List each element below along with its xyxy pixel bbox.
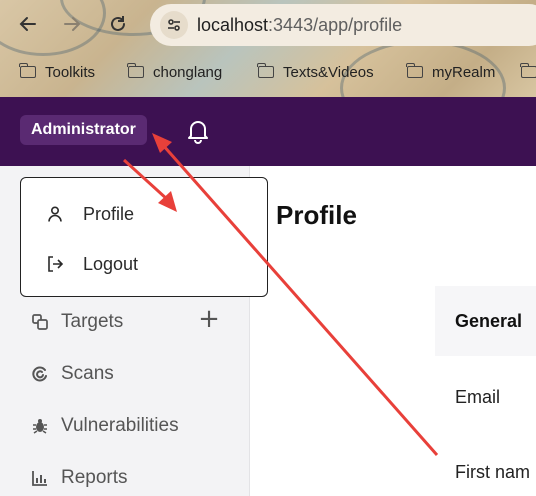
reload-icon: [111, 16, 125, 31]
browser-chrome: localhost:3443/app/profile Toolkits chon…: [0, 0, 536, 97]
bookmark-toolkits[interactable]: Toolkits: [19, 61, 96, 83]
targets-icon: [30, 312, 50, 332]
url-host: localhost: [197, 15, 269, 35]
sidebar-item-reports[interactable]: Reports: [30, 463, 128, 493]
sidebar-item-scans[interactable]: Scans: [30, 359, 114, 389]
site-info-button[interactable]: [160, 11, 188, 39]
field-label-email: Email: [455, 387, 501, 407]
field-label-first-name: First nam: [455, 462, 531, 482]
logout-icon: [45, 254, 65, 274]
address-bar[interactable]: localhost:3443/app/profile: [150, 4, 536, 46]
back-button[interactable]: [14, 10, 42, 38]
menu-item-label: Logout: [83, 253, 139, 274]
forward-button[interactable]: [58, 10, 86, 38]
user-menu-label: Administrator: [31, 121, 136, 138]
bookmark-texts-videos[interactable]: Texts&Videos: [257, 61, 374, 83]
add-target-button[interactable]: +: [196, 306, 222, 332]
bookmark-label: Toolkits: [45, 63, 96, 81]
forward-arrow-icon: [64, 17, 81, 31]
section-tab-general[interactable]: General: [435, 286, 536, 356]
reports-icon: [30, 468, 50, 488]
bookmark-chonglang[interactable]: chonglang: [127, 61, 223, 83]
menu-item-logout[interactable]: Logout: [45, 249, 138, 279]
url-port: :3443: [268, 15, 314, 35]
folder-icon: [520, 63, 536, 78]
bookmark-label: Texts&Videos: [283, 63, 374, 81]
bookmark-label: myRealm: [432, 63, 496, 81]
menu-item-label: Profile: [83, 203, 135, 224]
reload-button[interactable]: [104, 10, 132, 38]
folder-icon: [19, 63, 36, 78]
url-text[interactable]: localhost:3443/app/profile: [197, 15, 402, 36]
url-path: /app/profile: [313, 15, 403, 35]
sidebar-item-label: Reports: [61, 467, 128, 488]
sidebar-item-targets[interactable]: Targets: [30, 307, 123, 337]
menu-item-profile[interactable]: Profile: [45, 199, 134, 229]
bell-icon: [188, 121, 208, 144]
section-label: General: [455, 310, 523, 331]
user-icon: [45, 204, 65, 224]
page-title: Profile: [276, 200, 357, 230]
sidebar-item-label: Vulnerabilities: [61, 415, 179, 436]
notifications-button[interactable]: [184, 117, 212, 145]
app-header: Administrator: [0, 97, 536, 166]
tune-icon: [168, 19, 180, 31]
folder-icon: [127, 63, 144, 78]
bug-icon: [30, 416, 50, 436]
scans-icon: [30, 364, 50, 384]
user-dropdown-menu: Profile Logout: [20, 177, 268, 297]
sidebar-item-label: Targets: [61, 311, 124, 332]
folder-icon: [257, 63, 274, 78]
sidebar-item-vulnerabilities[interactable]: Vulnerabilities: [30, 411, 179, 441]
folder-icon: [406, 63, 423, 78]
bookmark-myrealm[interactable]: myRealm: [406, 61, 496, 83]
bookmark-overflow[interactable]: [520, 61, 536, 83]
back-arrow-icon: [19, 17, 36, 31]
bookmark-label: chonglang: [153, 63, 223, 81]
user-menu-button[interactable]: Administrator: [20, 115, 147, 145]
sidebar-item-label: Scans: [61, 363, 114, 384]
